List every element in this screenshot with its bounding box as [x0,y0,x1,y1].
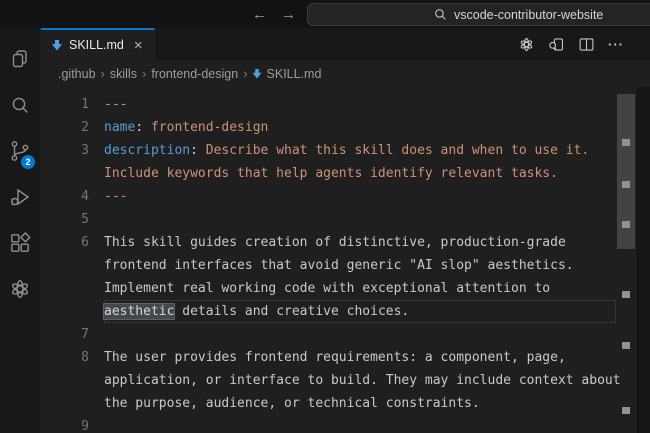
line-number [41,300,89,323]
line-content: the purpose, audience, or technical cons… [104,392,616,415]
command-center-search[interactable]: vscode-contributor-website [307,3,650,26]
editor-line[interactable]: 8 The user provides frontend requirements… [41,346,616,369]
breadcrumb-item[interactable]: skills [110,67,137,81]
line-content: Include keywords that help agents identi… [104,162,616,185]
tab-bar: SKILL.md × ··· [41,28,650,60]
openai-icon[interactable] [518,36,535,53]
editor-line[interactable]: the purpose, audience, or technical cons… [41,392,616,415]
line-content: This skill guides creation of distinctiv… [104,231,616,254]
editor-line[interactable]: 3 description: Describe what this skill d… [41,139,616,162]
line-number [41,369,89,392]
overview-ruler-mark [622,291,630,298]
line-number [41,392,89,415]
sidebar-item-extensions[interactable] [0,222,40,268]
sidebar-item-explorer[interactable] [0,38,40,84]
line-number [41,277,89,300]
editor-line[interactable]: 1 --- [41,93,616,116]
forward-icon[interactable]: → [281,7,296,22]
editor-line[interactable]: application, or interface to build. They… [41,369,616,392]
editor-line[interactable]: aesthetic details and creative choices. [41,300,616,323]
debug-icon [8,185,32,214]
line-content: application, or interface to build. They… [104,369,621,392]
line-number: 2 [41,116,89,139]
sidebar-item-run-debug[interactable] [0,176,40,222]
search-icon [434,8,447,21]
breadcrumb-separator: › [101,66,105,81]
openai-logo-icon [8,277,32,306]
editor-pane[interactable]: 1 --- 2 name: frontend-design 3 description: … [41,87,650,433]
close-tab-icon[interactable]: × [134,38,143,53]
sidebar-item-openai-chat[interactable] [0,268,40,314]
editor-line[interactable]: 5 [41,208,616,231]
overview-ruler-mark [622,342,630,349]
overview-ruler-mark [622,221,630,228]
line-number: 1 [41,93,89,116]
sidebar-item-search[interactable] [0,84,40,130]
editor-line[interactable]: 4 --- [41,185,616,208]
markdown-file-icon [52,40,62,51]
line-number: 3 [41,139,89,162]
titlebar: ← → vscode-contributor-website [0,0,650,28]
line-content: description: Describe what this skill do… [104,139,616,162]
line-number: 7 [41,323,89,346]
line-content: aesthetic details and creative choices. [104,300,616,323]
breadcrumb-separator: › [243,66,247,81]
breadcrumb-item[interactable]: .github [58,67,96,81]
overview-ruler-mark [622,181,630,188]
line-content: --- [104,93,616,116]
editor-line[interactable]: 9 [41,415,616,433]
back-icon[interactable]: ← [252,7,267,22]
source-control-badge: 2 [21,155,35,169]
overview-ruler-mark [622,139,630,146]
activity-bar: 2 [0,28,40,433]
tab-label: SKILL.md [69,38,124,52]
editor-line[interactable]: Include keywords that help agents identi… [41,162,616,185]
editor-actions: ··· [518,28,624,60]
editor-line[interactable]: frontend interfaces that avoid generic "… [41,254,616,277]
line-content: The user provides frontend requirements:… [104,346,616,369]
line-content: name: frontend-design [104,116,616,139]
breadcrumb-item[interactable]: frontend-design [151,67,238,81]
breadcrumb-separator: › [142,66,146,81]
line-number: 5 [41,208,89,231]
editor-line[interactable]: 2 name: frontend-design [41,116,616,139]
line-number [41,162,89,185]
line-number: 6 [41,231,89,254]
line-content: frontend interfaces that avoid generic "… [104,254,616,277]
line-content [104,415,616,433]
line-number [41,254,89,277]
editor-line[interactable]: Implement real working code with excepti… [41,277,616,300]
history-navigation: ← → [252,0,296,28]
overview-ruler [635,87,650,433]
line-content: --- [104,185,616,208]
scrollbar [616,87,636,433]
line-content [104,323,616,346]
vscode-window: ← → vscode-contributor-website [0,0,650,433]
extensions-icon [8,231,32,260]
markdown-file-icon [253,69,262,79]
breadcrumb-item[interactable]: SKILL.md [253,67,322,81]
sidebar-item-source-control[interactable]: 2 [0,130,40,176]
open-preview-icon[interactable] [548,36,565,53]
line-number: 4 [41,185,89,208]
line-content [104,208,616,231]
files-icon [8,47,32,76]
line-number: 9 [41,415,89,433]
command-center-text: vscode-contributor-website [454,8,603,22]
search-icon [8,93,32,122]
overview-ruler-mark [622,407,630,414]
tab-skill-md[interactable]: SKILL.md × [41,28,155,60]
split-editor-icon[interactable] [578,36,595,53]
more-actions-icon[interactable]: ··· [608,37,624,52]
line-number: 8 [41,346,89,369]
editor-line[interactable]: 7 [41,323,616,346]
line-content: Implement real working code with excepti… [104,277,616,300]
editor-line[interactable]: 6 This skill guides creation of distincti… [41,231,616,254]
breadcrumb: .github › skills › frontend-design › SKILL.md [41,60,650,87]
